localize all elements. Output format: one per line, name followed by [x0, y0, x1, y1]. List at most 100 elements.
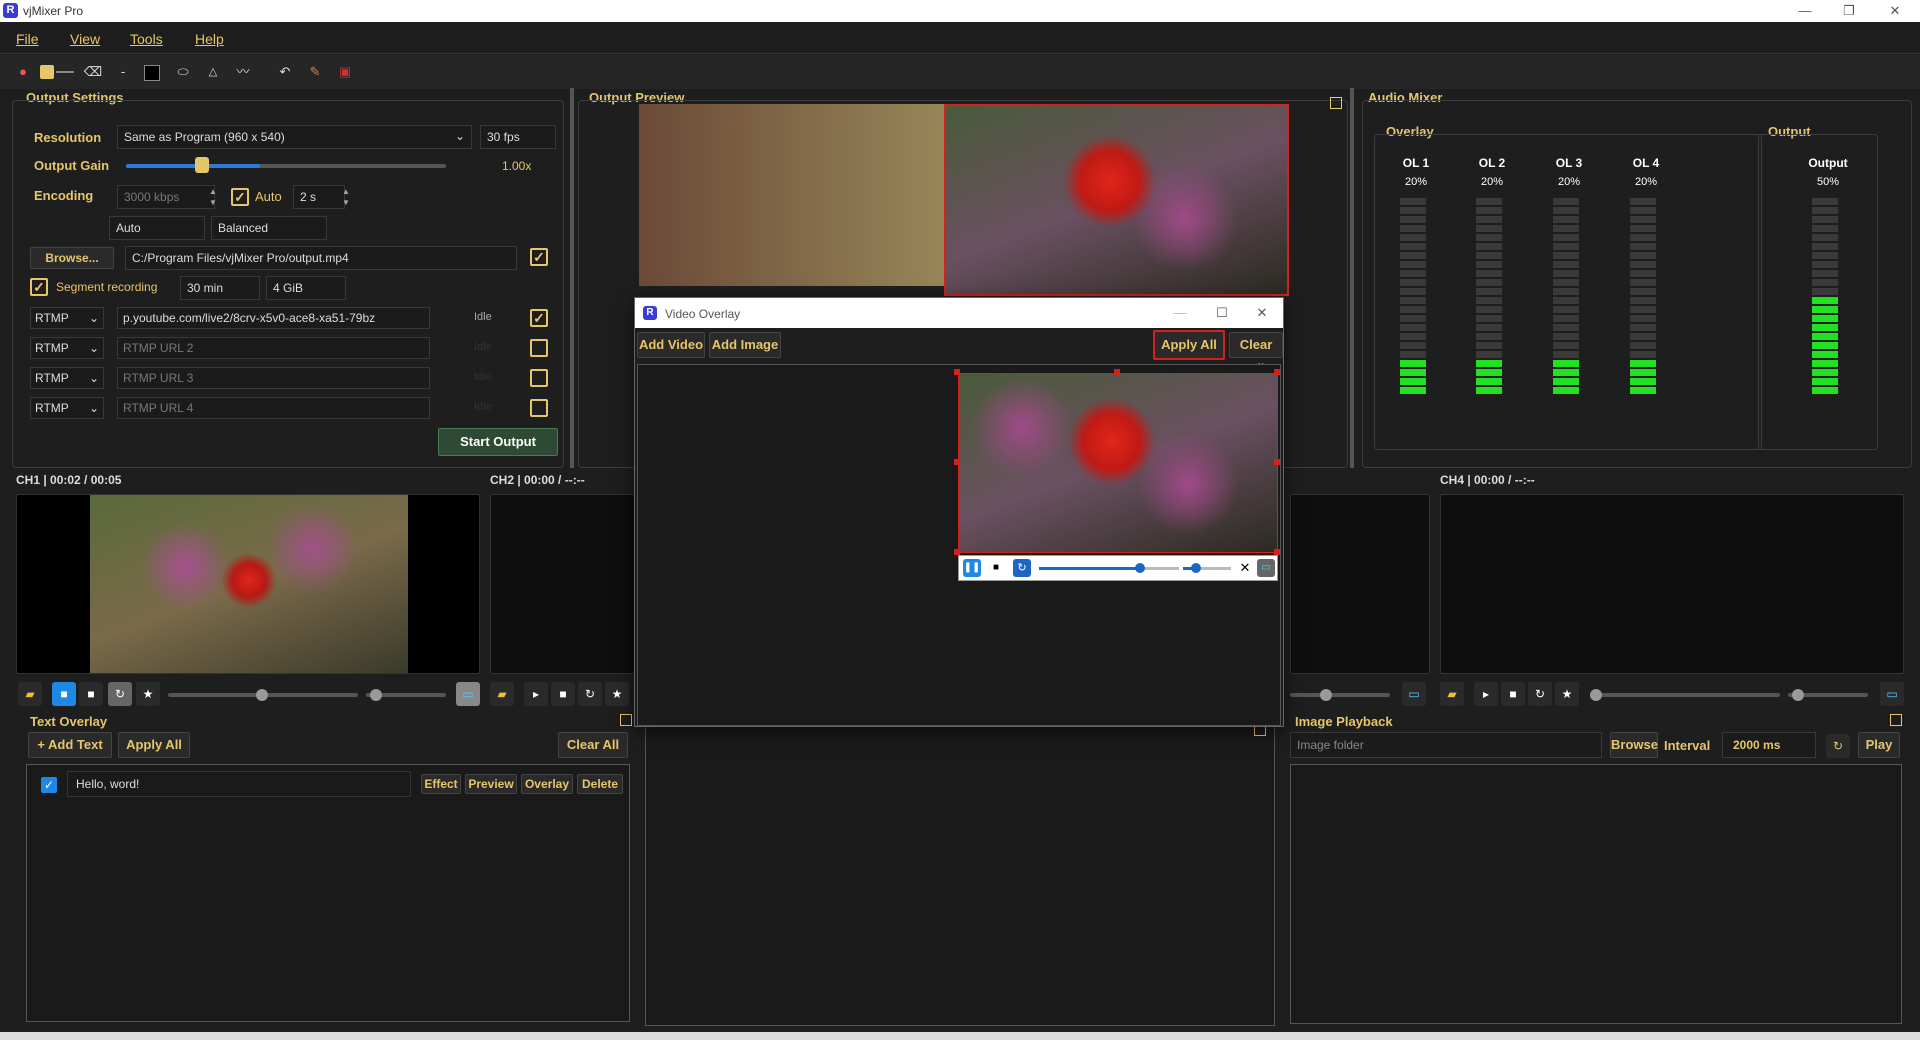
stream-url-field[interactable]: RTMP URL 2 [117, 337, 430, 359]
clear-all-text-button[interactable]: Clear All [558, 732, 628, 758]
loop-icon[interactable]: ↻ [1528, 682, 1552, 706]
stop-icon[interactable]: ■ [551, 682, 575, 706]
save-icon[interactable]: ▣ [335, 62, 355, 82]
stop-icon[interactable]: ■ [79, 682, 103, 706]
stop-icon[interactable]: ■ [1501, 682, 1525, 706]
protocol-select[interactable]: RTMP ⌄ [30, 337, 104, 359]
dialog-close-button[interactable]: ✕ [1247, 304, 1277, 322]
overlay-stop-icon[interactable]: ■ [987, 559, 1005, 577]
dialog-minimize-button[interactable]: — [1165, 304, 1195, 322]
stream-enable-checkbox[interactable] [530, 369, 548, 387]
triangle-icon[interactable]: △ [203, 62, 223, 82]
maximize-icon[interactable] [620, 714, 632, 726]
ch4-seek-knob[interactable] [1590, 689, 1602, 701]
overlay-loop-icon[interactable]: ↻ [1013, 559, 1031, 577]
menu-tools[interactable]: Tools [130, 31, 163, 47]
overlay-seek-knob[interactable] [1135, 563, 1145, 573]
encoder-mode-field[interactable]: Auto [109, 216, 205, 240]
eraser-icon[interactable]: ⌫ [83, 62, 103, 82]
overlay-seek-slider[interactable] [1039, 567, 1139, 570]
menu-help[interactable]: Help [195, 31, 224, 47]
close-button[interactable]: ✕ [1880, 2, 1910, 20]
play-icon[interactable]: ▸ [524, 682, 548, 706]
open-folder-icon[interactable]: ▰ [1440, 682, 1464, 706]
segment-size-field[interactable]: 4 GiB [266, 276, 346, 300]
resize-handle[interactable] [954, 369, 960, 375]
stream-enable-checkbox[interactable] [530, 339, 548, 357]
add-video-button[interactable]: Add Video [637, 332, 705, 358]
monitor-icon[interactable]: ▭ [456, 682, 480, 706]
menu-view[interactable]: View [70, 31, 100, 47]
stream-url-field[interactable]: RTMP URL 4 [117, 397, 430, 419]
stream-url-field[interactable]: RTMP URL 3 [117, 367, 430, 389]
overlay-button[interactable]: Overlay [521, 774, 573, 794]
keyframe-field[interactable]: 2 s [293, 185, 345, 209]
ch4-seek-slider[interactable] [1590, 693, 1780, 697]
color-swatch-icon[interactable] [40, 65, 54, 79]
interval-field[interactable]: 2000 ms [1722, 732, 1816, 758]
text-item-field[interactable]: Hello, word! [67, 771, 411, 797]
resolution-select[interactable]: Same as Program (960 x 540) ⌄ [117, 125, 472, 149]
play-icon[interactable]: ▸ [1474, 682, 1498, 706]
refresh-icon[interactable]: ↻ [1826, 734, 1850, 758]
loop-icon[interactable]: ↻ [578, 682, 602, 706]
splitter[interactable] [570, 88, 574, 468]
overlay-canvas[interactable]: ❚❚ ■ ↻ ✕ ▭ [637, 364, 1281, 726]
preview-overlay-region[interactable] [944, 104, 1289, 296]
bitrate-spinner[interactable]: ▲ ▼ [209, 186, 217, 208]
ch3-volume-slider[interactable] [1290, 693, 1390, 697]
monitor-icon[interactable]: ▭ [1402, 682, 1426, 706]
resize-handle[interactable] [954, 459, 960, 465]
protocol-select[interactable]: RTMP ⌄ [30, 397, 104, 419]
ch2-video[interactable] [490, 494, 638, 674]
resize-handle[interactable] [1114, 369, 1120, 375]
resize-handle[interactable] [1274, 369, 1280, 375]
gain-slider[interactable] [126, 164, 446, 168]
menu-file[interactable]: File [16, 31, 39, 47]
monitor-icon[interactable]: ▭ [1880, 682, 1904, 706]
maximize-icon[interactable] [1890, 714, 1902, 726]
undo-icon[interactable]: ↶ [275, 62, 295, 82]
clear-all-overlay-button[interactable]: Clear All [1229, 332, 1283, 376]
pause-icon[interactable]: ■ [52, 682, 76, 706]
ch4-video[interactable] [1440, 494, 1904, 674]
minimize-button[interactable]: — [1790, 2, 1820, 20]
protocol-select[interactable]: RTMP ⌄ [30, 367, 104, 389]
effect-star-icon[interactable]: ★ [136, 682, 160, 706]
add-image-button[interactable]: Add Image [709, 332, 781, 358]
browse-images-button[interactable]: Browse [1610, 732, 1658, 758]
rectangle-icon[interactable] [144, 65, 160, 81]
line-icon[interactable]: - [113, 62, 133, 82]
play-images-button[interactable]: Play [1858, 732, 1900, 758]
wave-icon[interactable]: 〰 [233, 62, 253, 82]
open-folder-icon[interactable]: ▰ [18, 682, 42, 706]
ch3-volume-knob[interactable] [1320, 689, 1332, 701]
apply-all-text-button[interactable]: Apply All [118, 732, 190, 758]
record-checkbox[interactable]: ✓ [530, 248, 548, 266]
preset-field[interactable]: Balanced [211, 216, 327, 240]
ch1-video[interactable] [16, 494, 480, 674]
restore-button[interactable]: ❐ [1834, 2, 1864, 20]
segment-time-field[interactable]: 30 min [180, 276, 260, 300]
overlay-monitor-icon[interactable]: ▭ [1257, 559, 1275, 577]
segment-checkbox[interactable]: ✓ [30, 278, 48, 296]
loop-icon[interactable]: ↻ [108, 682, 132, 706]
add-text-button[interactable]: + Add Text [28, 732, 112, 758]
effect-star-icon[interactable]: ★ [605, 682, 629, 706]
text-enable-checkbox[interactable]: ✓ [41, 777, 57, 793]
dialog-maximize-button[interactable]: ☐ [1207, 304, 1237, 322]
effect-star-icon[interactable]: ★ [1555, 682, 1579, 706]
apply-all-overlay-button[interactable]: Apply All [1153, 330, 1225, 360]
splitter[interactable] [1350, 88, 1354, 468]
brush-size-slider[interactable] [56, 71, 74, 73]
open-folder-icon[interactable]: ▰ [490, 682, 514, 706]
ellipse-icon[interactable]: ⬭ [173, 62, 193, 82]
brush-icon[interactable]: ✎ [305, 62, 325, 82]
auto-bitrate-checkbox[interactable]: ✓ [231, 188, 249, 206]
overlay-pause-icon[interactable]: ❚❚ [963, 559, 981, 577]
ch3-video[interactable] [1290, 494, 1430, 674]
resize-handle[interactable] [1274, 459, 1280, 465]
overlay-close-icon[interactable]: ✕ [1237, 559, 1253, 577]
stream-enable-checkbox[interactable]: ✓ [530, 309, 548, 327]
ch1-volume-knob[interactable] [370, 689, 382, 701]
